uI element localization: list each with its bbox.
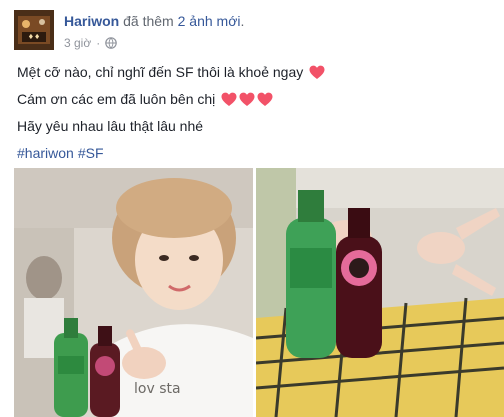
hashtag-line: #hariwon #SF — [17, 143, 487, 163]
svg-text:♦♦: ♦♦ — [28, 33, 41, 41]
message-line-2: Cám ơn các em đã luôn bên chị — [17, 89, 487, 109]
heart-icon — [309, 65, 325, 80]
author-name-link[interactable]: Hariwon — [64, 13, 119, 29]
hashtag-link[interactable]: #SF — [78, 143, 104, 163]
post-action-text: đã thêm — [123, 13, 174, 29]
message-text: Cám ơn các em đã luôn bên chị — [17, 91, 216, 107]
heart-icon — [221, 92, 237, 107]
photos-link[interactable]: 2 ảnh mới — [178, 13, 241, 29]
message-text: Mệt cỡ nào, chỉ nghĩ đến SF thôi là khoẻ… — [17, 64, 304, 80]
post-action-end: . — [240, 13, 245, 29]
shirt-print-text: lov sta — [134, 381, 181, 397]
post-photo-2[interactable] — [256, 168, 504, 417]
heart-icon — [257, 92, 273, 107]
meta-separator: · — [96, 36, 101, 50]
globe-icon[interactable] — [105, 37, 118, 49]
message-line-3: Hãy yêu nhau lâu thật lâu nhé — [17, 116, 487, 136]
post-timestamp[interactable]: 3 giờ — [64, 35, 91, 51]
facebook-post: ♦♦ Hariwon đã thêm 2 ảnh mới. 3 giờ · Mệ… — [0, 0, 504, 417]
post-header: Hariwon đã thêm 2 ảnh mới. — [64, 12, 244, 30]
hashtag-link[interactable]: #hariwon — [17, 143, 74, 163]
message-text: Hãy yêu nhau lâu thật lâu nhé — [17, 118, 204, 134]
post-message: Mệt cỡ nào, chỉ nghĩ đến SF thôi là khoẻ… — [17, 62, 487, 170]
message-line-1: Mệt cỡ nào, chỉ nghĩ đến SF thôi là khoẻ… — [17, 62, 487, 82]
heart-icon — [239, 92, 255, 107]
author-avatar[interactable]: ♦♦ — [14, 10, 54, 50]
post-meta: 3 giờ · — [64, 35, 118, 51]
post-photo-1[interactable]: lov sta — [14, 168, 253, 417]
